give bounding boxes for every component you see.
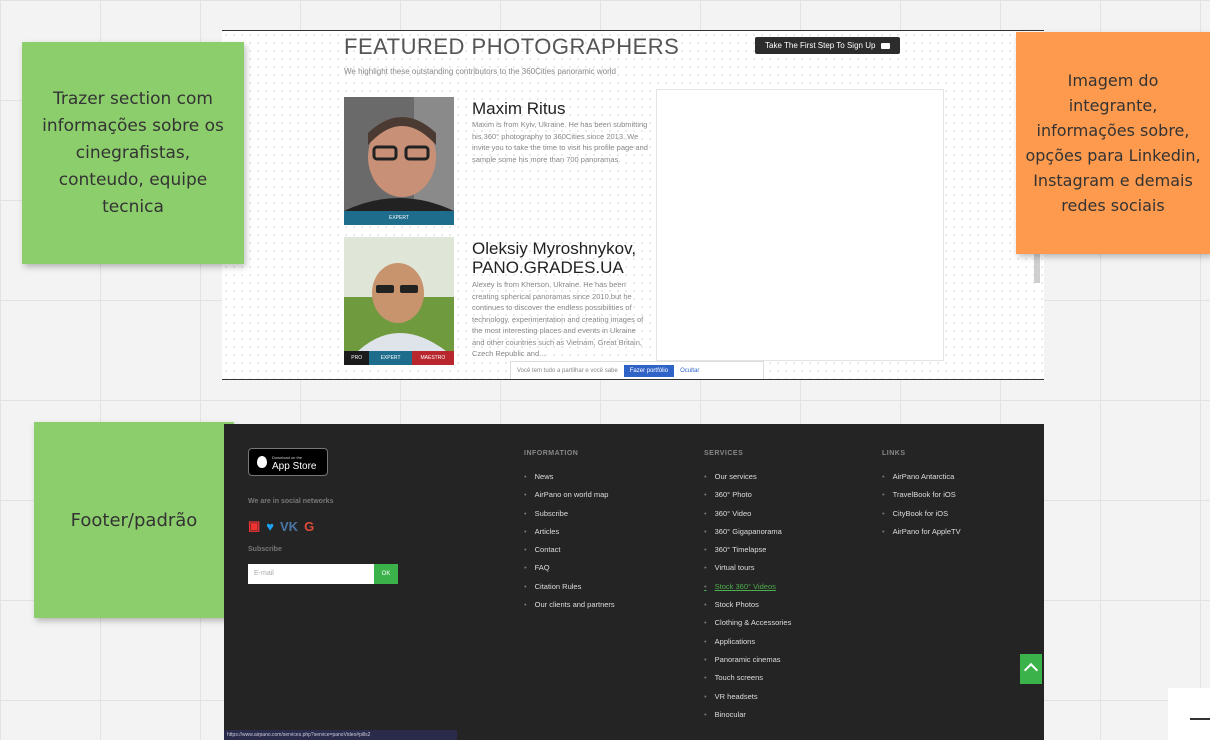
footer-link[interactable]: Applications <box>704 633 791 651</box>
footer-link[interactable]: VR headsets <box>704 688 791 706</box>
footer-link[interactable]: News <box>524 468 615 486</box>
services-heading: SERVICES <box>704 450 744 457</box>
google-icon[interactable]: G <box>304 519 314 534</box>
vk-icon[interactable]: VK <box>280 519 298 534</box>
sticky-note-member[interactable]: Imagem do integrante, informações sobre,… <box>1016 32 1210 254</box>
scroll-to-top-button[interactable] <box>1020 654 1042 684</box>
badge-row: PRO EXPERT MAESTRO <box>344 351 455 365</box>
subscribe-ok-button[interactable]: OK <box>374 564 398 584</box>
portrait-image <box>344 237 454 351</box>
social-icons: ▣ ♥ VK G <box>248 518 314 534</box>
cookie-bar: Você tem tudo a partilhar e você sabe Fa… <box>510 361 764 379</box>
footer-link[interactable]: 360° Gigapanorama <box>704 523 791 541</box>
photographer-bio: Maxim is from Kyiv, Ukraine. He has been… <box>472 120 648 164</box>
footer-link[interactable]: Binocular <box>704 706 791 724</box>
footer-link[interactable]: Citation Rules <box>524 578 615 596</box>
photographer-bio: Alexey is from Kherson, Ukraine. He has … <box>472 280 644 358</box>
featured-subtitle: We highlight these outstanding contribut… <box>344 67 617 76</box>
footer-link[interactable]: 360° Video <box>704 505 791 523</box>
footer-link[interactable]: 360° Photo <box>704 486 791 504</box>
expert-badge: EXPERT <box>344 211 454 225</box>
footer-link[interactable]: CityBook for iOS <box>882 505 961 523</box>
footer-link[interactable]: Our services <box>704 468 791 486</box>
services-list: Our services 360° Photo 360° Video 360° … <box>704 468 792 724</box>
footer-link[interactable]: Stock Photos <box>704 596 791 614</box>
footer-link[interactable]: AirPano Antarctica <box>882 468 961 486</box>
footer-link[interactable]: Articles <box>524 523 615 541</box>
photographer-photo[interactable]: PRO EXPERT MAESTRO <box>344 237 455 365</box>
apple-icon <box>257 456 267 468</box>
photographer-name[interactable]: Maxim Ritus <box>472 99 566 118</box>
footer-link[interactable]: Touch screens <box>704 669 791 687</box>
footer-link[interactable]: Contact <box>524 541 615 559</box>
footer-link[interactable]: Panoramic cinemas <box>704 651 791 669</box>
maestro-badge: MAESTRO <box>411 351 455 365</box>
cookie-reject-link[interactable]: Ocultar <box>680 368 699 374</box>
photographer-photo[interactable]: EXPERT <box>344 97 454 225</box>
footer-link-active[interactable]: Stock 360° Videos <box>704 578 791 596</box>
twitter-icon[interactable]: ♥ <box>266 519 274 534</box>
links-list: AirPano Antarctica TravelBook for iOS Ci… <box>882 468 961 541</box>
information-list: News AirPano on world map Subscribe Arti… <box>524 468 615 614</box>
status-bar-url: https://www.airpano.com/services.php?ser… <box>224 730 457 740</box>
portrait-image <box>344 97 454 211</box>
footer-link[interactable]: Subscribe <box>524 505 615 523</box>
sticky-note-section[interactable]: Trazer section com informações sobre os … <box>22 42 244 264</box>
signup-button[interactable]: Take The First Step To Sign Up <box>755 37 901 54</box>
footer-link[interactable]: Our clients and partners <box>524 596 615 614</box>
sticky-note-footer[interactable]: Footer/padrão <box>34 422 234 618</box>
cookie-text: Você tem tudo a partilhar e você sabe <box>517 368 618 374</box>
footer-link[interactable]: AirPano for AppleTV <box>882 523 961 541</box>
photographer-name[interactable]: Oleksiy Myroshnykov, PANO.GRADES.UA <box>472 239 662 277</box>
scrollbar[interactable] <box>1034 253 1040 283</box>
links-heading: LINKS <box>882 450 906 457</box>
services-column: SERVICES Our services 360° Photo 360° Vi… <box>704 450 791 724</box>
footer-link[interactable]: TravelBook for iOS <box>882 486 961 504</box>
footer-link[interactable]: 360° Timelapse <box>704 541 791 559</box>
links-column: LINKS AirPano Antarctica TravelBook for … <box>882 450 961 541</box>
footer-mockup: Download on the App Store We are in soci… <box>224 424 1044 740</box>
footer-link[interactable]: AirPano on world map <box>524 486 615 504</box>
footer-link[interactable]: Virtual tours <box>704 559 791 577</box>
app-store-badge[interactable]: Download on the App Store <box>248 448 328 476</box>
featured-title: FEATURED PHOTOGRAPHERS <box>344 34 680 59</box>
footer-link[interactable]: Clothing & Accessories <box>704 614 792 632</box>
signup-label: Take The First Step To Sign Up <box>765 41 876 50</box>
footer-link[interactable]: FAQ <box>524 559 615 577</box>
youtube-icon[interactable]: ▣ <box>248 518 260 534</box>
subscribe-label: Subscribe <box>248 546 282 553</box>
social-label: We are in social networks <box>248 498 334 505</box>
badge-row: EXPERT <box>344 211 454 225</box>
appstore-big-text: App Store <box>272 461 317 472</box>
information-heading: INFORMATION <box>524 450 579 457</box>
expert-badge: EXPERT <box>369 351 412 365</box>
information-column: INFORMATION News AirPano on world map Su… <box>524 450 615 614</box>
zoom-widget[interactable] <box>1168 688 1210 740</box>
detail-panel <box>656 89 944 361</box>
website-mockup: FEATURED PHOTOGRAPHERS We highlight thes… <box>222 30 1044 380</box>
pro-badge: PRO <box>344 351 370 365</box>
cookie-accept-button[interactable]: Fazer portfólio <box>623 365 675 377</box>
camera-icon <box>881 42 891 49</box>
email-field[interactable]: E-mail <box>248 564 374 584</box>
